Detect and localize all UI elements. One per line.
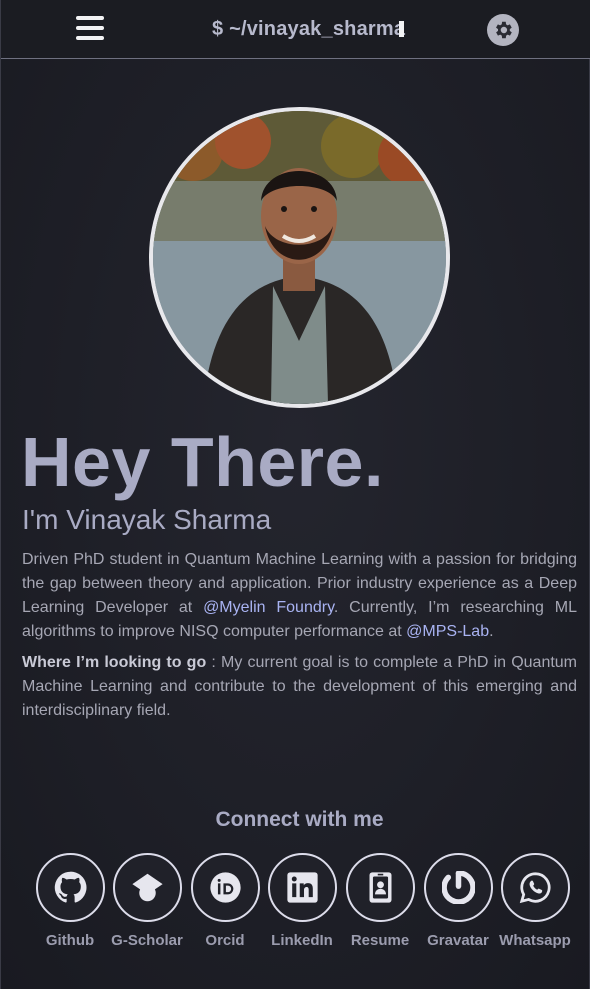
linkedin-icon: [286, 872, 318, 903]
top-navbar: $ ~/vinayak_sharma: [1, 0, 590, 59]
power-icon: [441, 871, 475, 904]
gear-icon: [496, 21, 512, 39]
orcid-icon: [209, 872, 241, 903]
mps-lab-link[interactable]: @MPS-Lab: [406, 623, 489, 640]
bio-text: .: [489, 623, 494, 640]
linkedin-link[interactable]: LinkedIn: [266, 853, 338, 949]
hero-headline: Hey There.: [21, 423, 384, 501]
bio-paragraph: Driven PhD student in Quantum Machine Le…: [22, 548, 577, 644]
page: $ ~/vinayak_sharma Hey There. I'm Vinaya…: [0, 0, 590, 989]
hero-name: I'm Vinayak Sharma: [22, 504, 272, 535]
connect-heading: Connect with me: [215, 808, 384, 831]
resume-link[interactable]: Resume: [344, 853, 416, 949]
goal-paragraph: Where I’m looking to go : My current goa…: [22, 651, 577, 723]
terminal-cursor: [399, 21, 404, 37]
site-title[interactable]: $ ~/vinayak_sharma: [212, 18, 405, 41]
github-link[interactable]: Github: [34, 853, 106, 949]
myelin-foundry-link[interactable]: @Myelin Foundry: [203, 599, 334, 616]
profile-photo: [149, 107, 450, 408]
social-label: Whatsapp: [499, 932, 571, 949]
gravatar-link[interactable]: Gravatar: [422, 853, 494, 949]
goal-label: Where I’m looking to go: [22, 654, 207, 671]
graduation-cap-icon: [131, 873, 163, 902]
hamburger-icon[interactable]: [76, 16, 104, 40]
theme-toggle-button[interactable]: [487, 14, 519, 46]
github-icon: [54, 871, 86, 903]
id-badge-icon: [369, 872, 391, 903]
orcid-link[interactable]: Orcid: [189, 853, 261, 949]
whatsapp-link[interactable]: Whatsapp: [499, 853, 571, 949]
whatsapp-icon: [519, 872, 551, 904]
google-scholar-link[interactable]: G-Scholar: [111, 853, 183, 949]
